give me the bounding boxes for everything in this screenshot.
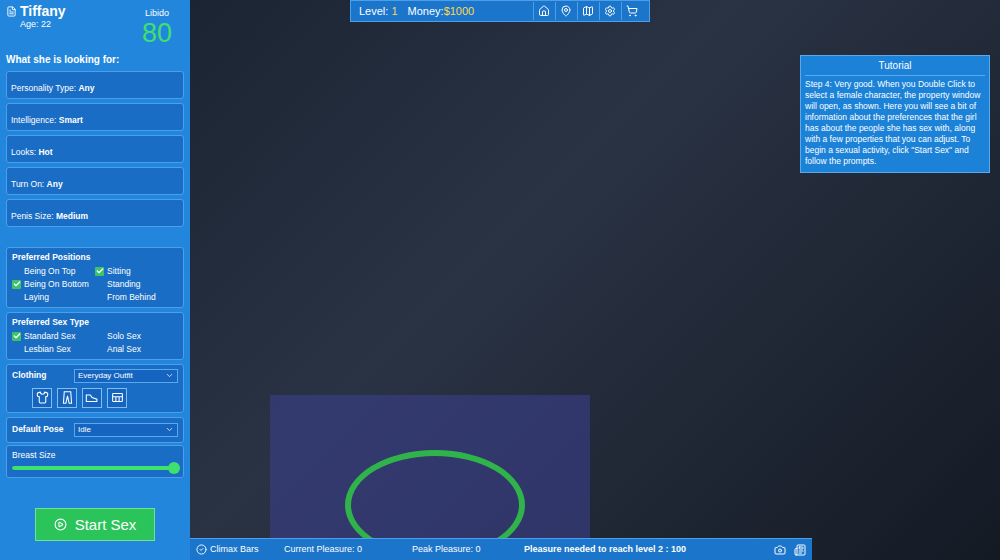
- checkbox[interactable]: [95, 332, 104, 341]
- check-icon: [13, 280, 21, 288]
- clothing-slot-button[interactable]: [57, 388, 77, 408]
- checked-box: [12, 332, 21, 341]
- top-bar: Level: 1Money:$1000: [350, 0, 650, 22]
- preferences-title: What she is looking for:: [6, 52, 184, 67]
- checkbox[interactable]: [95, 293, 104, 302]
- checkbox-row[interactable]: Sitting: [95, 265, 178, 278]
- clothing-slot-button[interactable]: [32, 388, 52, 408]
- tutorial-panel: TutorialStep 4: Very good. When you Doub…: [800, 55, 990, 173]
- size-slider[interactable]: [12, 462, 174, 474]
- preference-card: Looks: Hot: [6, 135, 184, 163]
- checked-box: [12, 280, 21, 289]
- clothing-card: ClothingEveryday Outfit: [6, 364, 184, 413]
- checkbox[interactable]: [95, 280, 104, 289]
- status-bar: Climax BarsCurrent Pleasure: 0Peak Pleas…: [190, 538, 812, 560]
- scene-rug: [270, 395, 590, 560]
- nav-button[interactable]: [577, 2, 597, 20]
- checkbox-row[interactable]: Anal Sex: [95, 343, 178, 356]
- preference-card: Personality Type: Any: [6, 71, 184, 99]
- check-icon: [13, 332, 21, 340]
- clothing-slot-button[interactable]: [82, 388, 102, 408]
- property-panel: TiffanyAge: 22 Libido80 What she is lookin…: [0, 0, 190, 560]
- chevron-down-icon: [165, 371, 174, 380]
- slider-knob[interactable]: [168, 462, 180, 474]
- clothing-slot-button[interactable]: [107, 388, 127, 408]
- checkbox-row[interactable]: Lesbian Sex: [12, 343, 95, 356]
- checkbox-row[interactable]: Being On Bottom: [12, 278, 95, 291]
- nav-button[interactable]: [621, 2, 641, 20]
- checkbox-row[interactable]: Standard Sex: [12, 330, 95, 343]
- shirt-icon: [36, 391, 49, 404]
- shoe-icon: [85, 391, 99, 404]
- climax-bars-toggle[interactable]: Climax Bars: [196, 543, 284, 557]
- preference-card: Penis Size: Medium: [6, 199, 184, 227]
- checkbox-row[interactable]: Being On Top: [12, 265, 95, 278]
- underwear-icon: [111, 391, 124, 404]
- nav-button[interactable]: [555, 2, 575, 20]
- cart-icon: [626, 5, 638, 17]
- checkbox[interactable]: [12, 293, 21, 302]
- libido-label: Libido: [145, 8, 169, 19]
- checkbox-row[interactable]: Laying: [12, 291, 95, 304]
- positions-card: Preferred PositionsBeing On TopBeing On …: [6, 247, 184, 308]
- default-pose-card: Default PoseIdle: [6, 417, 184, 443]
- character-name: Tiffany: [20, 3, 66, 19]
- nav-button[interactable]: [599, 2, 619, 20]
- journal-icon[interactable]: [794, 544, 806, 556]
- document-icon: [6, 6, 17, 17]
- gear-icon: [604, 5, 616, 17]
- breast-size-card: Breast Size: [6, 445, 184, 479]
- map-pin-icon: [560, 5, 572, 17]
- character-age: Age: 22: [20, 19, 66, 30]
- checkbox[interactable]: [12, 332, 21, 341]
- camera-icon[interactable]: [774, 544, 786, 556]
- pants-icon: [61, 391, 74, 404]
- checked-box: [95, 267, 104, 276]
- sex-type-card: Preferred Sex TypeStandard SexLesbian Se…: [6, 312, 184, 360]
- preference-card: Intelligence: Smart: [6, 103, 184, 131]
- check-icon: [96, 267, 104, 275]
- checkbox[interactable]: [12, 345, 21, 354]
- game-scene[interactable]: Level: 1Money:$1000 TutorialStep 4: Very …: [190, 0, 1000, 560]
- checkbox-row[interactable]: From Behind: [95, 291, 178, 304]
- map-icon: [582, 5, 594, 17]
- checkbox[interactable]: [12, 267, 21, 276]
- character-header: TiffanyAge: 22 Libido80: [6, 3, 184, 47]
- checkbox-row[interactable]: Standing: [95, 278, 178, 291]
- circle-check-icon: [196, 544, 207, 555]
- libido-value: 80: [142, 19, 172, 47]
- chevron-down-icon: [165, 425, 174, 434]
- home-icon: [538, 5, 550, 17]
- clothing-dropdown[interactable]: Everyday Outfit: [74, 369, 178, 383]
- checkbox-row[interactable]: Solo Sex: [95, 330, 178, 343]
- play-icon: [54, 518, 67, 531]
- checkbox[interactable]: [12, 280, 21, 289]
- game-screen: TiffanyAge: 22 Libido80 What she is lookin…: [0, 0, 1000, 560]
- checkbox[interactable]: [95, 267, 104, 276]
- nav-button[interactable]: [533, 2, 553, 20]
- checkbox[interactable]: [95, 345, 104, 354]
- start-button[interactable]: Start Sex: [35, 508, 155, 541]
- pose-dropdown[interactable]: Idle: [74, 423, 178, 437]
- preference-card: Turn On: Any: [6, 167, 184, 195]
